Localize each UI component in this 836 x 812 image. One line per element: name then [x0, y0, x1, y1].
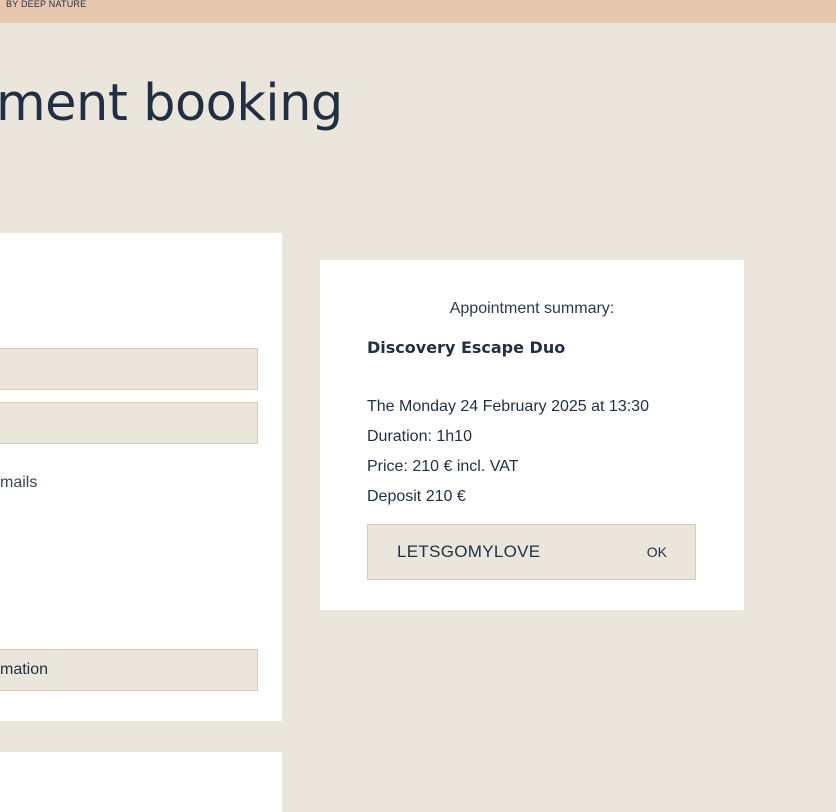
appointment-summary-card: Appointment summary: Discovery Escape Du…: [320, 260, 744, 610]
promo-ok-button[interactable]: OK: [647, 525, 667, 579]
confirm-button[interactable]: mation: [0, 649, 258, 691]
lower-panel: [0, 752, 282, 812]
top-header-bar: BY DEEP NATURE: [0, 0, 836, 23]
appointment-date: The Monday 24 February 2025 at 13:30: [367, 398, 649, 415]
page-title: ment booking: [0, 74, 343, 133]
booking-form-panel: mails mation: [0, 233, 282, 721]
service-name: Discovery Escape Duo: [367, 338, 566, 357]
promo-code-input[interactable]: [368, 525, 618, 579]
brand-tagline: BY DEEP NATURE: [6, 0, 87, 9]
summary-heading: Appointment summary:: [449, 300, 615, 317]
form-field-1[interactable]: [0, 348, 258, 390]
confirm-button-label: mation: [0, 661, 49, 678]
email-consent-label: mails: [0, 474, 38, 491]
promo-code-box: OK: [367, 524, 696, 580]
form-field-2[interactable]: [0, 402, 258, 444]
appointment-duration: Duration: 1h10: [367, 428, 472, 445]
appointment-deposit: Deposit 210 €: [367, 488, 466, 505]
appointment-price: Price: 210 € incl. VAT: [367, 458, 519, 475]
